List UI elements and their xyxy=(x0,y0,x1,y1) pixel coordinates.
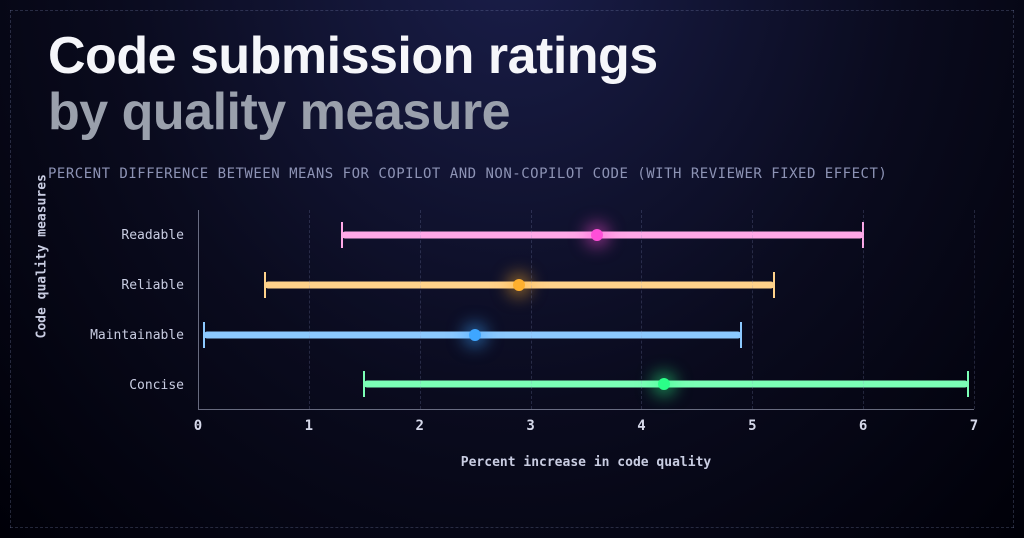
whisker-high xyxy=(740,322,742,348)
plot-region xyxy=(198,210,974,410)
series-row xyxy=(198,260,974,310)
chart-area: Code quality measures ReadableReliableMa… xyxy=(48,200,984,480)
series-row xyxy=(198,360,974,410)
y-axis-label: Code quality measures xyxy=(35,174,50,338)
x-tick-label: 7 xyxy=(970,418,978,434)
whisker-low xyxy=(264,272,266,298)
point-estimate xyxy=(591,229,603,241)
point-estimate xyxy=(513,279,525,291)
chart-title-line1: Code submission ratings xyxy=(48,27,658,85)
whisker-low xyxy=(203,322,205,348)
x-tick-label: 6 xyxy=(859,418,867,434)
x-tick-label: 1 xyxy=(305,418,313,434)
whisker-low xyxy=(363,371,365,397)
y-tick-label: Readable xyxy=(84,210,194,260)
gridline xyxy=(863,210,864,409)
chart-subtitle: PERCENT DIFFERENCE BETWEEN MEANS FOR COP… xyxy=(48,166,984,182)
y-tick-label: Maintainable xyxy=(84,310,194,360)
series-row xyxy=(198,310,974,360)
chart-title-line2: by quality measure xyxy=(48,83,510,141)
point-estimate xyxy=(469,329,481,341)
y-tick-label: Concise xyxy=(84,360,194,410)
whisker-high xyxy=(967,371,969,397)
x-tick-label: 3 xyxy=(526,418,534,434)
x-tick-label: 5 xyxy=(748,418,756,434)
x-tick-label: 0 xyxy=(194,418,202,434)
series-row xyxy=(198,210,974,260)
gridline xyxy=(752,210,753,409)
gridline xyxy=(974,210,975,409)
gridline xyxy=(309,210,310,409)
x-axis-label: Percent increase in code quality xyxy=(198,455,974,470)
whisker-high xyxy=(773,272,775,298)
x-tick-label: 4 xyxy=(637,418,645,434)
gridline xyxy=(531,210,532,409)
gridline xyxy=(420,210,421,409)
gridline xyxy=(641,210,642,409)
y-tick-label: Reliable xyxy=(84,260,194,310)
whisker-low xyxy=(341,222,343,248)
point-estimate xyxy=(658,378,670,390)
x-tick-label: 2 xyxy=(415,418,423,434)
gridline xyxy=(198,210,199,409)
chart-title: Code submission ratings by quality measu… xyxy=(48,28,984,140)
